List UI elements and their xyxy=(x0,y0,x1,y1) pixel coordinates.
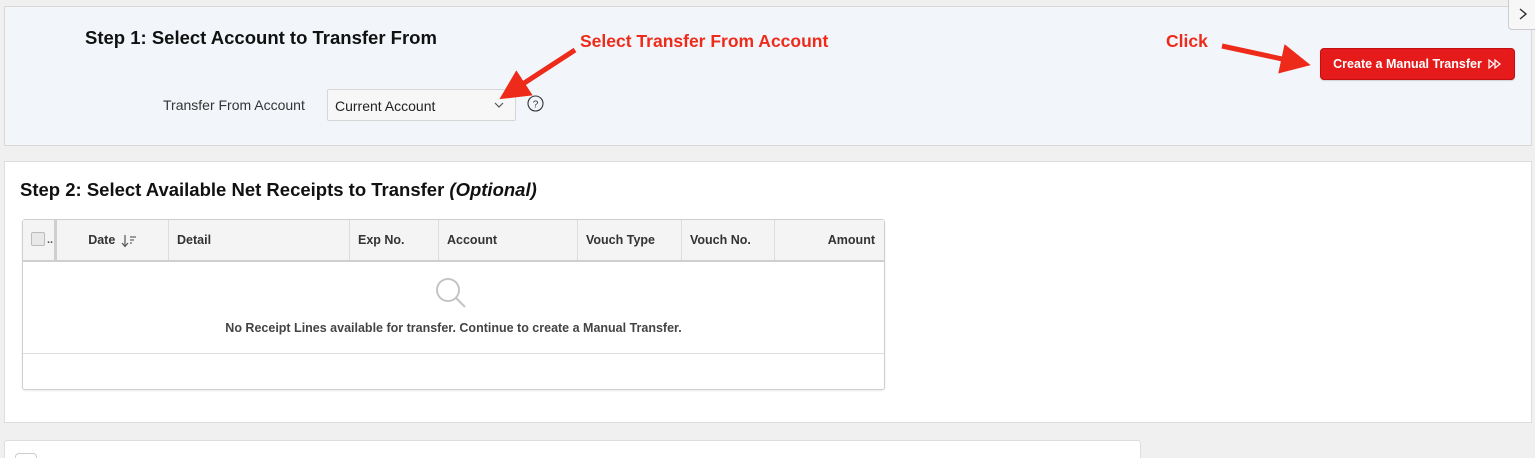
collapse-panel-tab[interactable] xyxy=(1508,0,1535,30)
empty-message: No Receipt Lines available for transfer.… xyxy=(225,321,682,335)
chevron-right-icon xyxy=(1519,8,1528,20)
grid-empty-state: No Receipt Lines available for transfer.… xyxy=(23,262,884,354)
svg-text:?: ? xyxy=(533,99,539,110)
step2-title-optional: (Optional) xyxy=(449,179,537,200)
transfer-from-select[interactable]: Current Account xyxy=(327,89,516,121)
sort-descending-icon xyxy=(121,234,136,248)
chevron-down-icon xyxy=(494,102,504,108)
step1-region: Step 1: Select Account to Transfer From … xyxy=(4,6,1532,146)
column-select[interactable]: .. xyxy=(23,220,57,260)
fast-forward-icon xyxy=(1488,59,1501,69)
step3-checkbox[interactable] xyxy=(15,453,37,458)
receipts-grid: .. Date Detail Exp No. Account Vouch Typ… xyxy=(22,219,885,390)
column-account[interactable]: Account xyxy=(439,220,578,260)
transfer-page: Step 1: Select Account to Transfer From … xyxy=(0,0,1535,458)
help-icon[interactable]: ? xyxy=(527,95,544,112)
create-manual-transfer-button[interactable]: Create a Manual Transfer xyxy=(1320,48,1515,80)
step3-region xyxy=(4,440,1141,458)
grid-header: .. Date Detail Exp No. Account Vouch Typ… xyxy=(23,220,884,262)
step2-title: Step 2: Select Available Net Receipts to… xyxy=(20,179,537,201)
column-exp-no[interactable]: Exp No. xyxy=(350,220,439,260)
annotation-select-from: Select Transfer From Account xyxy=(580,31,829,51)
column-vouch-no[interactable]: Vouch No. xyxy=(682,220,775,260)
column-amount[interactable]: Amount xyxy=(775,220,884,260)
column-detail[interactable]: Detail xyxy=(169,220,350,260)
column-select-label: .. xyxy=(47,234,54,246)
annotation-click: Click xyxy=(1166,31,1208,51)
column-date-label: Date xyxy=(88,233,116,247)
column-date[interactable]: Date xyxy=(57,220,169,260)
create-manual-transfer-label: Create a Manual Transfer xyxy=(1333,57,1482,71)
step2-title-text: Step 2: Select Available Net Receipts to… xyxy=(20,179,445,200)
transfer-from-value: Current Account xyxy=(335,98,436,114)
step1-title: Step 1: Select Account to Transfer From xyxy=(85,27,437,48)
search-icon xyxy=(436,278,466,308)
step2-region: Step 2: Select Available Net Receipts to… xyxy=(4,161,1532,423)
column-vouch-type[interactable]: Vouch Type xyxy=(578,220,682,260)
select-all-checkbox[interactable] xyxy=(31,232,45,246)
transfer-from-label: Transfer From Account xyxy=(163,97,305,113)
